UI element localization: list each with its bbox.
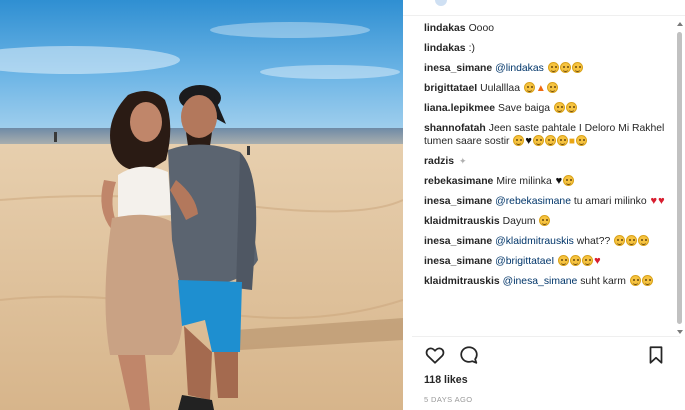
speech-bubble-icon[interactable] (458, 344, 480, 366)
comment-text: suht karm (580, 276, 629, 287)
wink-emoji (571, 62, 583, 73)
grin-emoji (547, 62, 559, 73)
scrollbar-thumb[interactable] (677, 32, 682, 324)
comment-username[interactable]: inesa_simane (424, 256, 492, 267)
comment-username[interactable]: brigittataeI (424, 83, 477, 94)
comment-mention-link[interactable]: @rebekasimane (495, 196, 574, 207)
comment-item: klaidmitrauskis @inesa_simane suht karm (424, 275, 669, 288)
post-details-panel: lindakas Oooo lindakas:) inesa_simane @lin… (403, 0, 685, 410)
header-avatar-fragment (435, 0, 447, 6)
comment-username[interactable]: klaidmitrauskis (424, 216, 500, 227)
post-photo (0, 0, 403, 410)
comment-item: klaidmitrauskis Dayum (424, 215, 669, 228)
grin-emoji (629, 275, 641, 286)
comment-username[interactable]: lindakas (424, 43, 466, 54)
black-heart-emoji: ♥ (525, 135, 532, 147)
comment-text: Save baiga (498, 103, 553, 114)
comment-text: Mire milinka (496, 176, 555, 187)
comment-text: Oooo (468, 23, 495, 34)
comment-mention-link[interactable]: @klaidmitrauskis (495, 236, 577, 247)
comments-list[interactable]: lindakas Oooo lindakas:) inesa_simane @lin… (403, 22, 673, 334)
grin-emoji (614, 235, 626, 246)
comment-username[interactable]: shannofatah (424, 123, 486, 134)
smile-emoji (553, 102, 565, 113)
fire-emoji: ▲ (535, 83, 546, 94)
comment-text: what?? (576, 236, 614, 247)
comment-mention-link[interactable]: @lindakas (495, 63, 547, 74)
comment-item: inesa_simane @klaidmitrauskis what?? (424, 235, 669, 248)
comment-username[interactable]: liana.lepikmee (424, 103, 495, 114)
comment-item: liana.lepikmee Save baiga (424, 102, 669, 115)
comment-item: lindakas Oooo (424, 22, 669, 35)
sparkle-emoji: ✦ (459, 156, 467, 166)
panel-header-strip (403, 0, 685, 16)
cat-emoji (563, 175, 575, 186)
comment-username[interactable]: klaidmitrauskis (424, 276, 500, 287)
hug-emoji (532, 135, 544, 146)
comment-username[interactable]: radzis (424, 156, 454, 167)
grin-emoji (559, 62, 571, 73)
thumbs-up-emoji: ■ (568, 136, 575, 147)
grin-emoji (556, 135, 568, 146)
comment-item: lindakas:) (424, 42, 669, 55)
post-actions-bar (424, 344, 674, 366)
black-heart-emoji: ♥ (555, 175, 563, 187)
grin-emoji (582, 255, 594, 266)
sweat-smile-emoji (539, 215, 551, 226)
comment-item: shannofatah Jeen saste pahtale I Deloro M… (424, 122, 669, 148)
grin-emoji (546, 82, 558, 93)
scroll-up-arrow-icon[interactable] (677, 22, 683, 26)
smile-emoji (565, 102, 577, 113)
comment-text: Uulalllaa (480, 83, 523, 94)
comment-username[interactable]: lindakas (424, 23, 466, 34)
bookmark-icon[interactable] (645, 344, 667, 366)
comment-mention-link[interactable]: @brigittataeI (495, 256, 557, 267)
comment-mention-link[interactable]: @inesa_simane (503, 276, 581, 287)
divider (412, 336, 680, 337)
red-heart-emoji: ♥ (650, 195, 658, 207)
kiss-emoji (558, 255, 570, 266)
comment-text: :) (468, 43, 475, 54)
comment-item: inesa_simane @brigittataeI ♥ (424, 255, 669, 268)
post-timestamp[interactable]: 5 DAYS AGO (424, 395, 472, 404)
star-eyes-emoji (523, 82, 535, 93)
comment-item: rebekasimane Mire milinka ♥ (424, 175, 669, 188)
grin-emoji (638, 235, 650, 246)
comment-item: radzis ✦ (424, 155, 669, 168)
comment-text: Dayum (502, 216, 539, 227)
comments-scrollbar[interactable] (676, 22, 683, 334)
heart-outline-icon[interactable] (424, 344, 446, 366)
red-heart-emoji: ♥ (658, 195, 665, 207)
halo-emoji (575, 135, 587, 146)
kiss-emoji (570, 255, 582, 266)
comment-item: brigittataeI Uulalllaa ▲ (424, 82, 669, 95)
scroll-down-arrow-icon[interactable] (677, 330, 683, 334)
comment-text: tu amari milinko (573, 196, 650, 207)
comment-username[interactable]: inesa_simane (424, 236, 492, 247)
comment-username[interactable]: rebekasimane (424, 176, 493, 187)
comment-username[interactable]: inesa_simane (424, 196, 492, 207)
grin-emoji (641, 275, 653, 286)
grin-emoji (544, 135, 556, 146)
comment-username[interactable]: inesa_simane (424, 63, 492, 74)
comment-item: inesa_simane @lindakas (424, 62, 669, 75)
comment-item: inesa_simane @rebekasimane tu amari milin… (424, 195, 669, 208)
smile-emoji (513, 135, 525, 146)
grin-emoji (626, 235, 638, 246)
likes-count[interactable]: 118 likes (424, 374, 468, 386)
red-heart-emoji: ♥ (594, 255, 601, 267)
